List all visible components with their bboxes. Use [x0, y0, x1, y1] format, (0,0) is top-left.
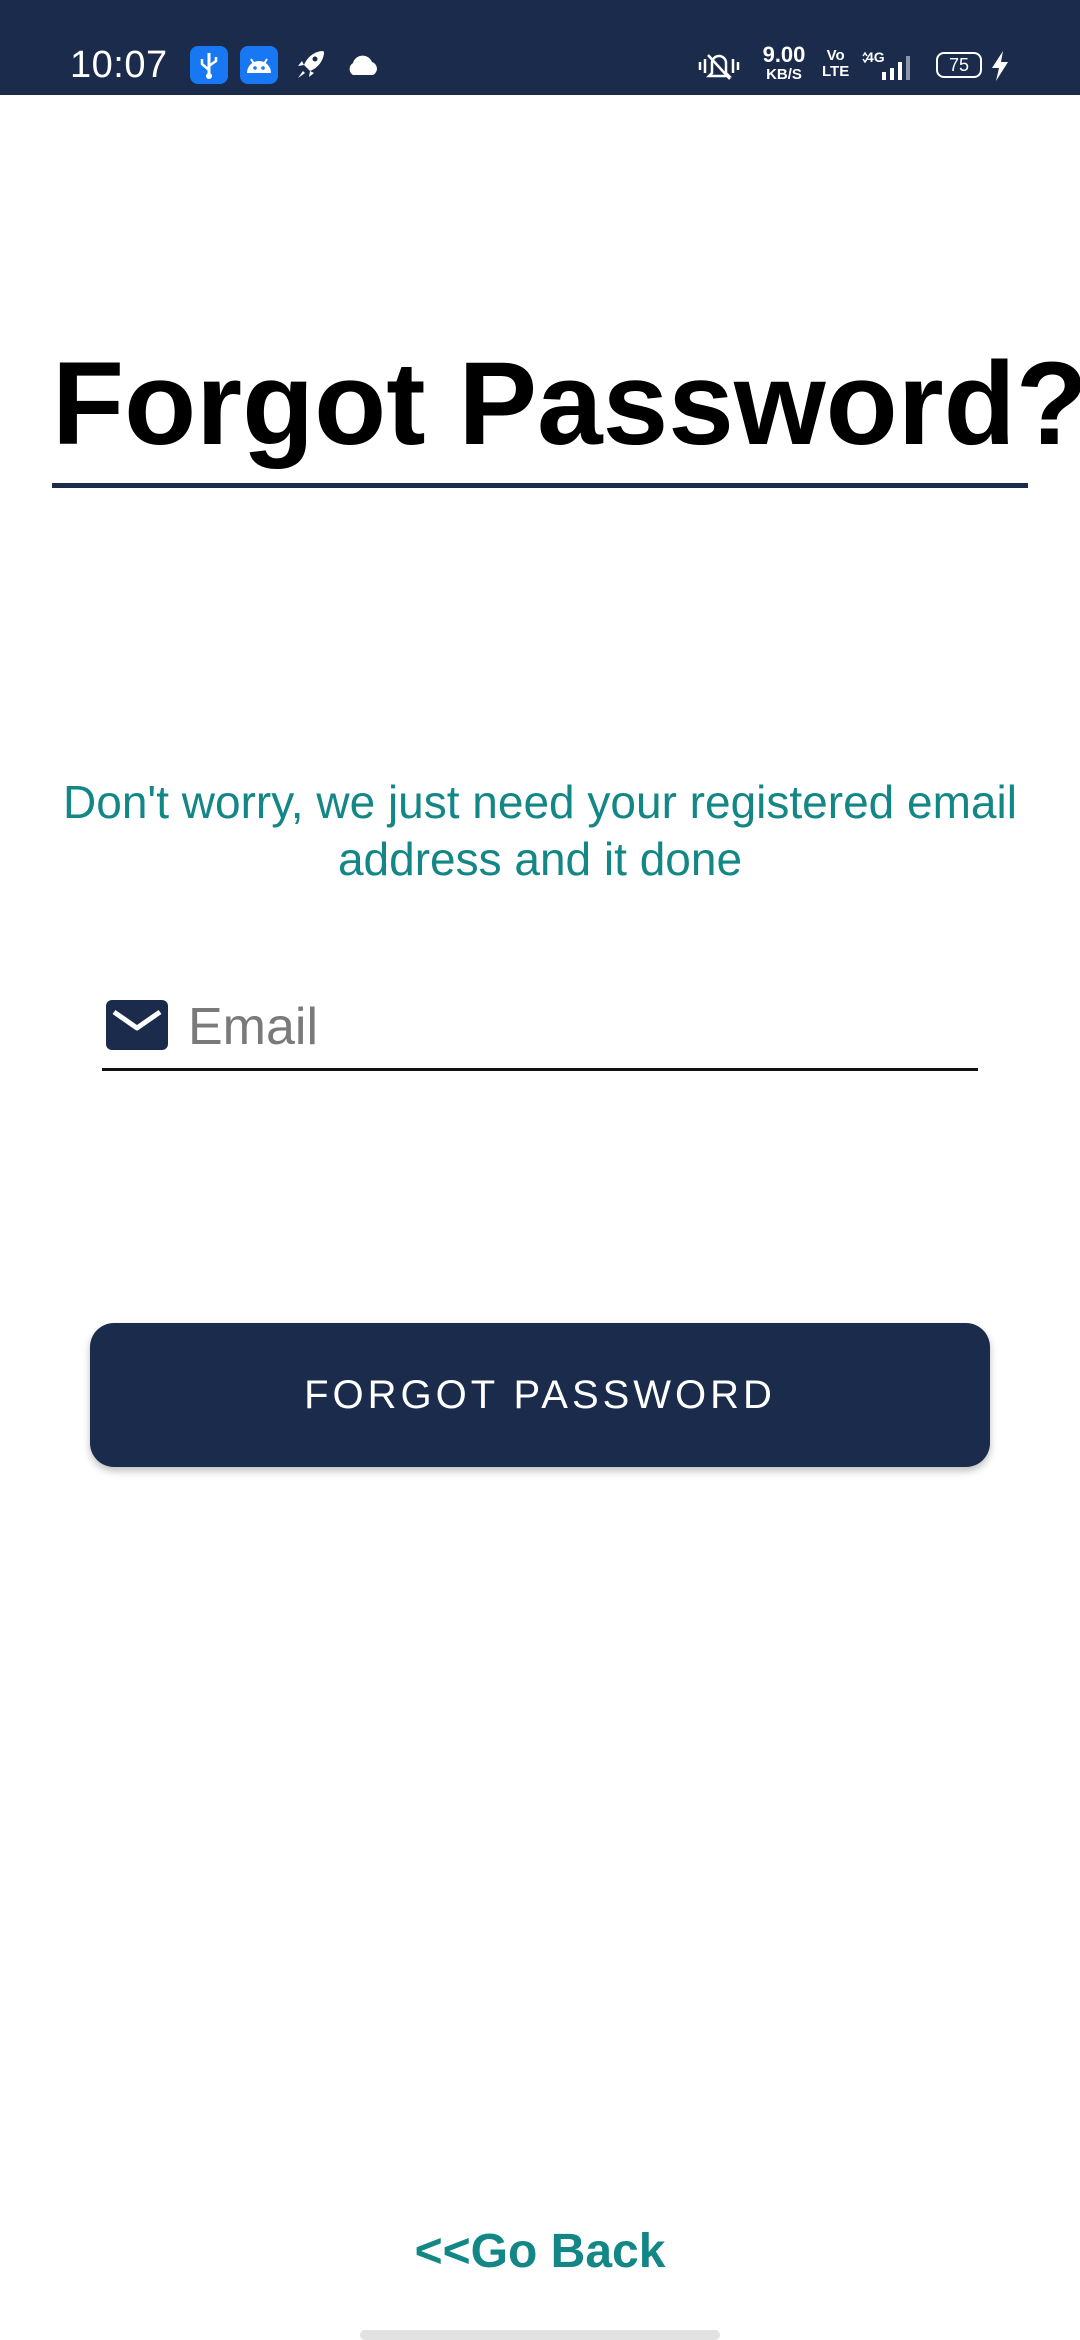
email-field[interactable]: [102, 990, 978, 1071]
email-underline: [102, 1068, 978, 1071]
volte-indicator: Vo LTE: [822, 48, 849, 80]
go-back-link[interactable]: <<Go Back: [340, 2224, 740, 2279]
status-time: 10:07: [70, 44, 168, 86]
network-speed-value: 9.00: [762, 42, 806, 67]
android-icon: [240, 46, 278, 84]
network-speed: 9.00 KB/S: [756, 42, 812, 83]
mail-icon: [106, 1000, 168, 1050]
status-bar: 10:07 9.00 KB/S Vo LTE 4G 75: [0, 0, 1080, 95]
network-type-label: 4G: [866, 49, 885, 65]
cloud-icon: [344, 46, 382, 84]
email-input[interactable]: [188, 992, 968, 1062]
vibrate-silent-icon: [696, 46, 742, 86]
rocket-icon: [292, 46, 330, 84]
home-indicator[interactable]: [360, 2330, 720, 2340]
instruction-text: Don't worry, we just need your registere…: [63, 776, 1017, 885]
volte-top: Vo: [826, 47, 845, 64]
charging-icon: [988, 46, 1012, 86]
forgot-password-button[interactable]: FORGOT PASSWORD: [90, 1323, 990, 1467]
network-speed-unit: KB/S: [766, 66, 802, 83]
page-title: Forgot Password?: [52, 338, 1080, 470]
battery-indicator: 75: [936, 52, 982, 78]
title-underline: [52, 483, 1028, 488]
signal-icon: 4G: [860, 46, 920, 86]
usb-icon: [190, 46, 228, 84]
volte-bottom: LTE: [822, 62, 850, 80]
